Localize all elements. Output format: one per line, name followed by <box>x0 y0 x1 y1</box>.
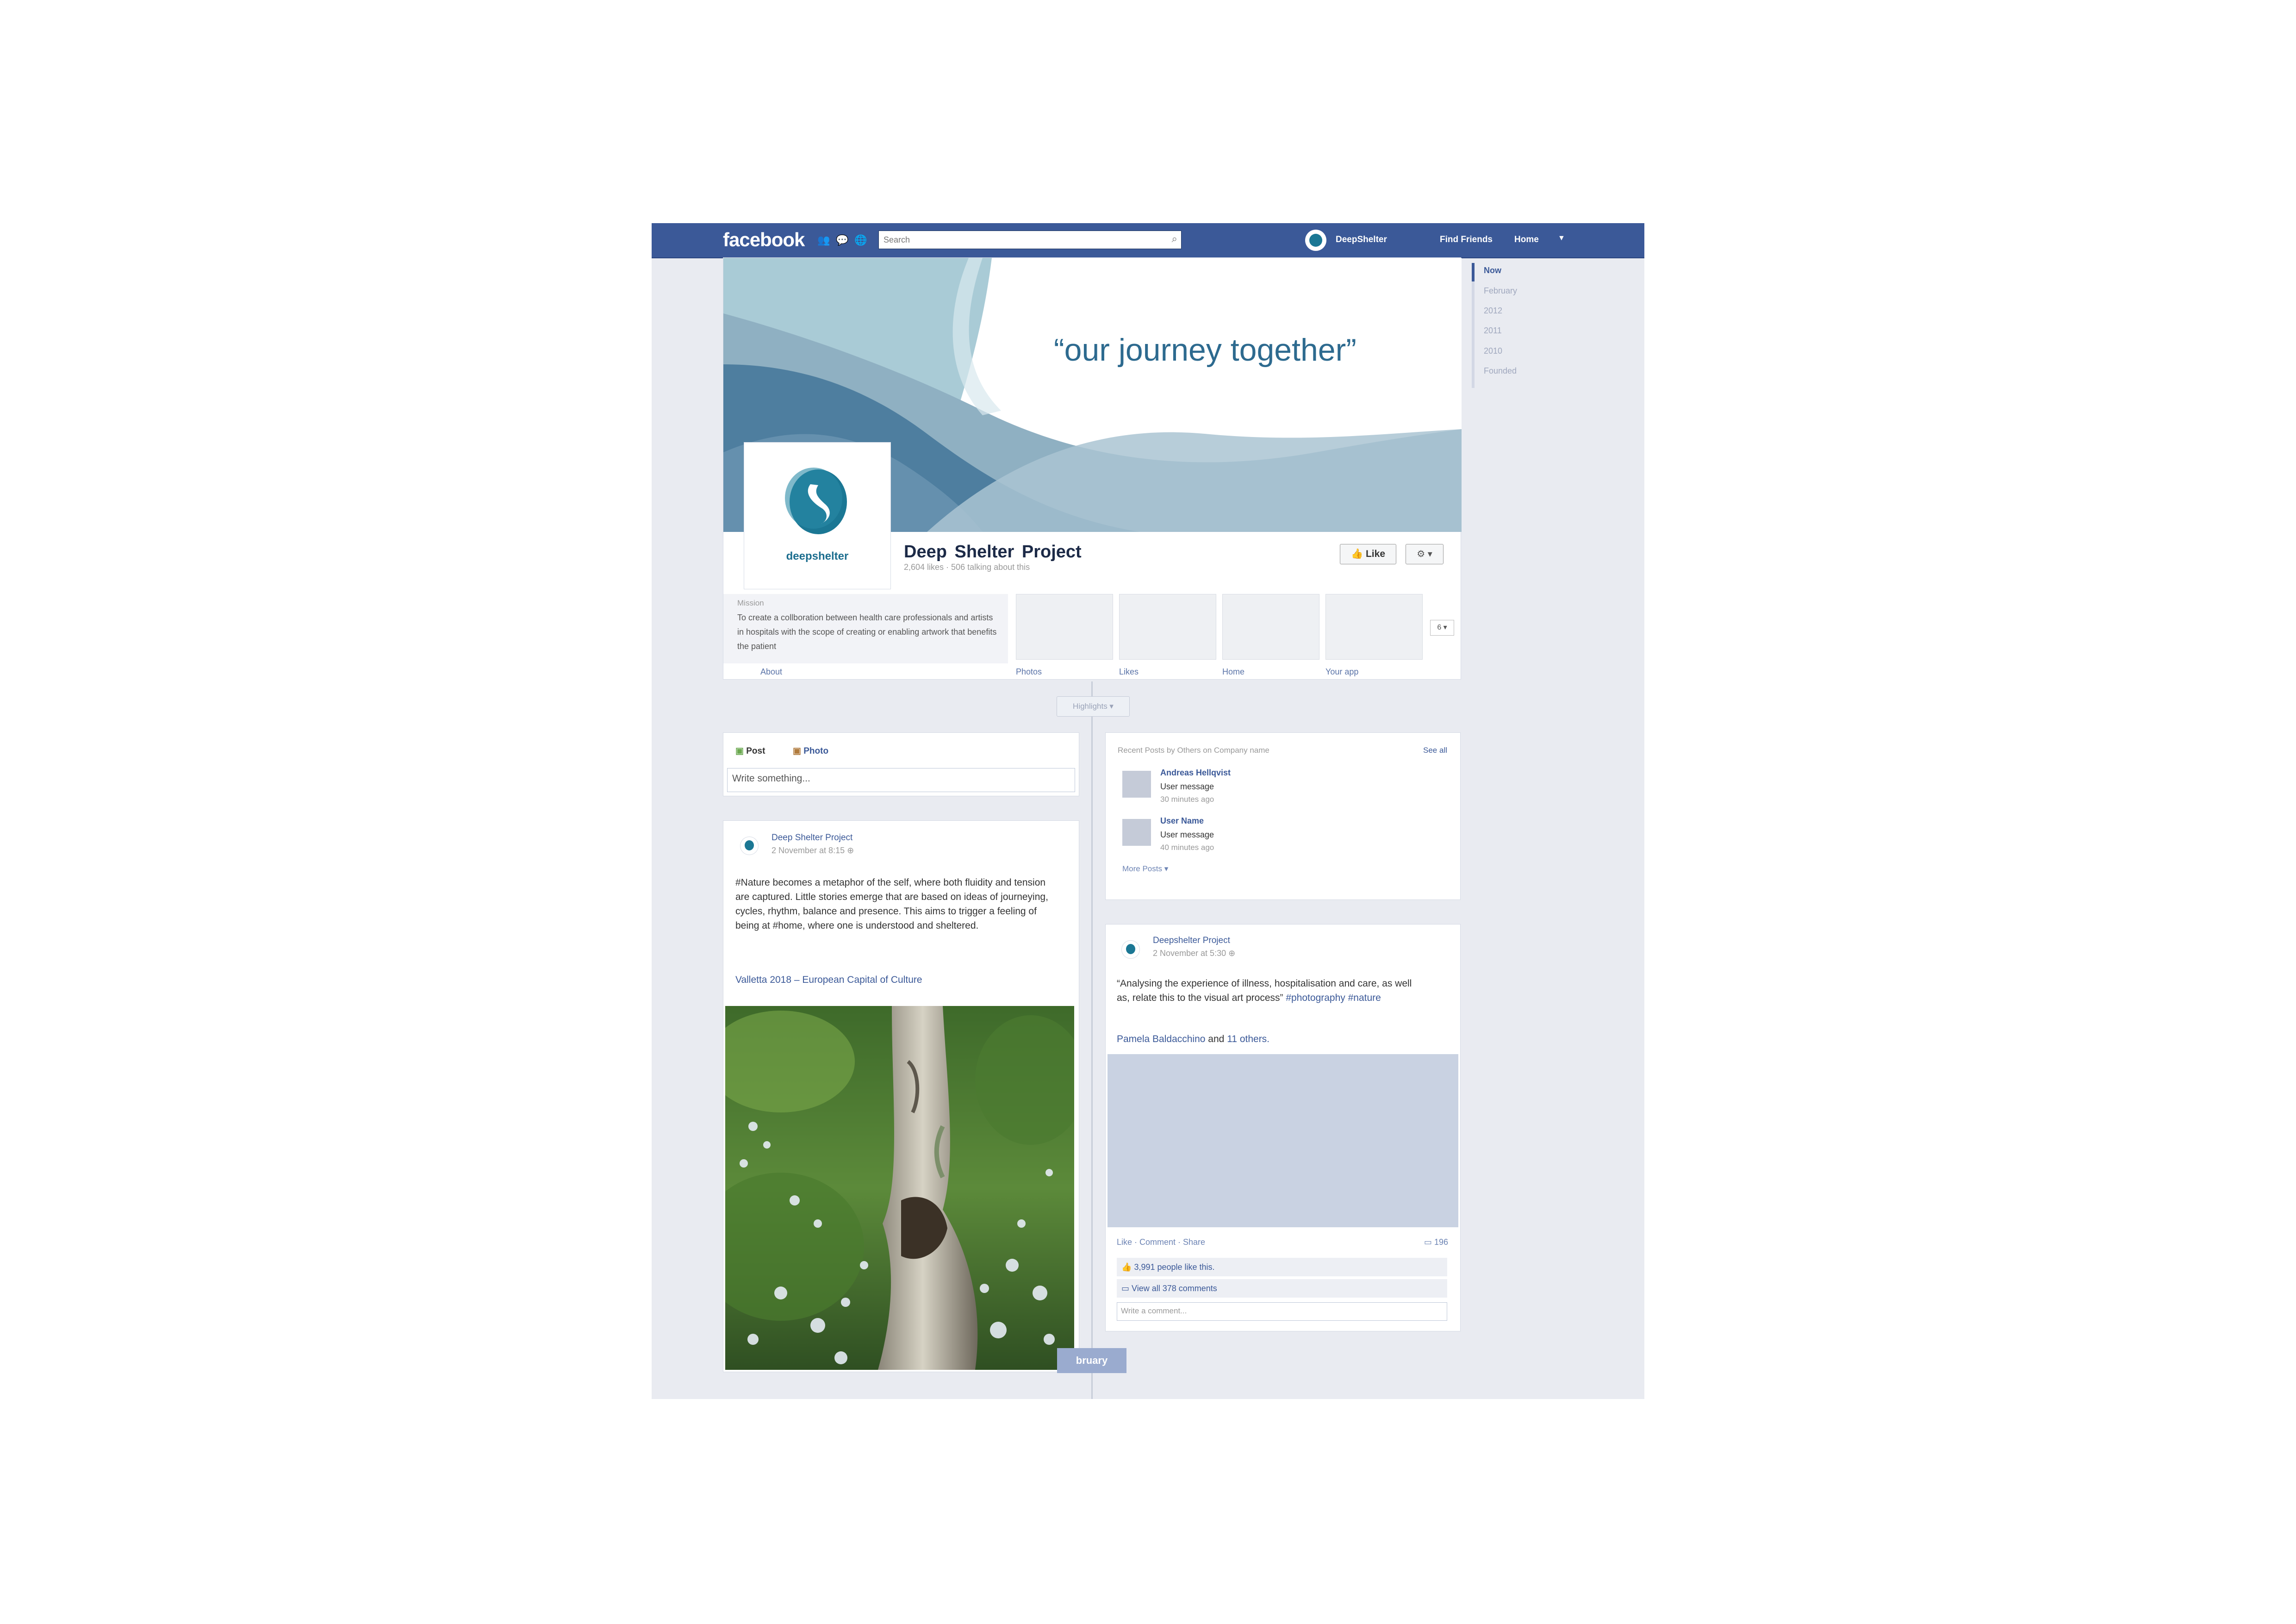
comment-icon: ▭ <box>1121 1284 1130 1293</box>
recent-posts-box: Recent Posts by Others on Company name S… <box>1105 732 1461 900</box>
post-card: Deep Shelter Project 2 November at 8:15 … <box>723 820 1079 1372</box>
search-box[interactable]: ⌕ <box>878 231 1182 249</box>
like-page-button[interactable]: 👍 Like <box>1340 544 1396 564</box>
comment-input[interactable]: Write a comment... <box>1117 1302 1447 1321</box>
page-settings-button[interactable]: ⚙ ▾ <box>1406 544 1444 564</box>
facebook-page-mockup: facebook 👥 💬 🌐 ⌕ DeepShelter Find Friend… <box>652 223 1644 1399</box>
timeline-spine <box>1091 681 1093 1399</box>
post-composer: ▣ Post ▣ Photo Write something... <box>723 732 1079 796</box>
post-actions[interactable]: Like · Comment · Share <box>1117 1237 1205 1247</box>
timeline-item-founded[interactable]: Founded <box>1484 366 1517 376</box>
home-link[interactable]: Home <box>1514 235 1539 245</box>
recent-post-message: User message <box>1160 782 1214 791</box>
timeline-item-2012[interactable]: 2012 <box>1484 306 1502 316</box>
recent-post-message: User message <box>1160 830 1214 839</box>
post-card: Deepshelter Project 2 November at 5:30 ⊕… <box>1105 924 1461 1331</box>
tab-thumbnail-photos[interactable] <box>1016 594 1113 660</box>
profile-brand-text: deepshelter <box>786 550 849 562</box>
messages-icon[interactable]: 💬 <box>836 234 848 246</box>
liker-link[interactable]: Pamela Baldacchino <box>1117 1034 1205 1044</box>
see-all-link[interactable]: See all <box>1423 746 1447 755</box>
tab-home[interactable]: Home <box>1222 667 1244 677</box>
search-input[interactable] <box>879 231 1162 249</box>
others-link[interactable]: 11 others. <box>1227 1034 1269 1044</box>
page-title[interactable]: Deep Shelter Project <box>904 542 1082 562</box>
mission-heading: Mission <box>737 599 764 607</box>
timeline-current-marker <box>1472 263 1475 281</box>
recent-posts-heading: Recent Posts by Others on Company name <box>1118 746 1269 755</box>
post-text: “Analysing the experience of illness, ho… <box>1117 978 1412 1003</box>
recent-post-time: 30 minutes ago <box>1160 795 1214 804</box>
post-hashtags[interactable]: #photography #nature <box>1286 993 1381 1003</box>
timeline-item-february[interactable]: February <box>1484 286 1517 296</box>
post-media-placeholder[interactable] <box>1108 1054 1458 1227</box>
post-author-avatar[interactable] <box>1121 940 1140 959</box>
post-text: #Nature becomes a metaphor of the self, … <box>735 877 1048 931</box>
recent-post-author[interactable]: User Name <box>1160 816 1204 826</box>
deepshelter-logo-icon <box>785 468 847 534</box>
view-comments-link[interactable]: ▭ View all 378 comments <box>1117 1279 1447 1298</box>
more-tabs-button[interactable]: 6 ▾ <box>1430 620 1454 636</box>
notifications-icon[interactable]: 🌐 <box>854 234 867 246</box>
comment-icon: ▭ <box>1424 1237 1432 1247</box>
tab-about[interactable]: About <box>760 667 782 677</box>
post-date[interactable]: 2 November at 8:15 ⊕ <box>772 846 854 856</box>
search-icon[interactable]: ⌕ <box>1172 233 1177 245</box>
post-author[interactable]: Deepshelter Project <box>1153 936 1230 946</box>
user-name-link[interactable]: DeepShelter <box>1336 235 1387 245</box>
recent-post-author[interactable]: Andreas Hellqvist <box>1160 768 1231 778</box>
tab-likes[interactable]: Likes <box>1119 667 1139 677</box>
composer-input[interactable]: Write something... <box>727 768 1075 792</box>
post-photo[interactable] <box>725 1006 1074 1370</box>
timeline-item-2010[interactable]: 2010 <box>1484 346 1502 356</box>
more-posts-link[interactable]: More Posts ▾ <box>1122 864 1168 874</box>
timeline-item-now[interactable]: Now <box>1484 266 1501 275</box>
recent-post-time: 40 minutes ago <box>1160 843 1214 852</box>
photo-icon: ▣ <box>793 746 801 756</box>
mission-text: To create a collboration between health … <box>737 613 997 651</box>
post-likers: Pamela Baldacchino and 11 others. <box>1117 1034 1270 1044</box>
post-author-avatar[interactable] <box>740 837 759 855</box>
timeline-navigation: Now February 2012 2011 2010 Founded <box>1472 263 1595 388</box>
profile-picture[interactable]: deepshelter <box>744 442 891 589</box>
cover-quote: “our journey together” <box>1054 332 1356 368</box>
page-header: “our journey together” deepshelter Deep … <box>723 257 1462 680</box>
post-author[interactable]: Deep Shelter Project <box>772 833 852 843</box>
about-box[interactable]: Mission To create a collboration between… <box>723 594 1008 663</box>
friend-requests-icon[interactable]: 👥 <box>817 234 830 246</box>
recent-post-avatar[interactable] <box>1122 771 1151 798</box>
thumbs-up-icon: 👍 <box>1350 549 1363 559</box>
tab-thumbnail-home[interactable] <box>1222 594 1319 660</box>
find-friends-link[interactable]: Find Friends <box>1440 235 1493 245</box>
timeline-section-label: bruary <box>1057 1348 1126 1373</box>
tab-photos[interactable]: Photos <box>1016 667 1042 677</box>
tab-thumbnail-your-app[interactable] <box>1325 594 1423 660</box>
timeline-item-2011[interactable]: 2011 <box>1484 326 1502 336</box>
top-navigation-bar: facebook 👥 💬 🌐 ⌕ DeepShelter Find Friend… <box>652 223 1644 258</box>
composer-tab-post[interactable]: ▣ Post <box>735 746 765 756</box>
comment-count[interactable]: ▭ 196 <box>1424 1237 1448 1247</box>
composer-tab-photo[interactable]: ▣ Photo <box>793 746 828 756</box>
post-date[interactable]: 2 November at 5:30 ⊕ <box>1153 949 1235 958</box>
likes-summary[interactable]: 👍 3,991 people like this. <box>1117 1258 1447 1276</box>
highlights-dropdown[interactable]: Highlights ▾ <box>1057 696 1130 717</box>
post-icon: ▣ <box>735 746 744 756</box>
post-link[interactable]: Valletta 2018 – European Capital of Cult… <box>735 974 922 986</box>
thumbs-up-icon: 👍 <box>1121 1262 1132 1272</box>
recent-post-avatar[interactable] <box>1122 819 1151 846</box>
tab-your-app[interactable]: Your app <box>1325 667 1358 677</box>
page-stats: 2,604 likes · 506 talking about this <box>904 562 1030 572</box>
tree-trunk-photo <box>725 1006 1074 1370</box>
facebook-logo[interactable]: facebook <box>723 229 805 251</box>
user-avatar[interactable] <box>1305 230 1326 251</box>
tab-thumbnail-likes[interactable] <box>1119 594 1216 660</box>
account-menu-caret-icon[interactable]: ▼ <box>1558 234 1565 243</box>
